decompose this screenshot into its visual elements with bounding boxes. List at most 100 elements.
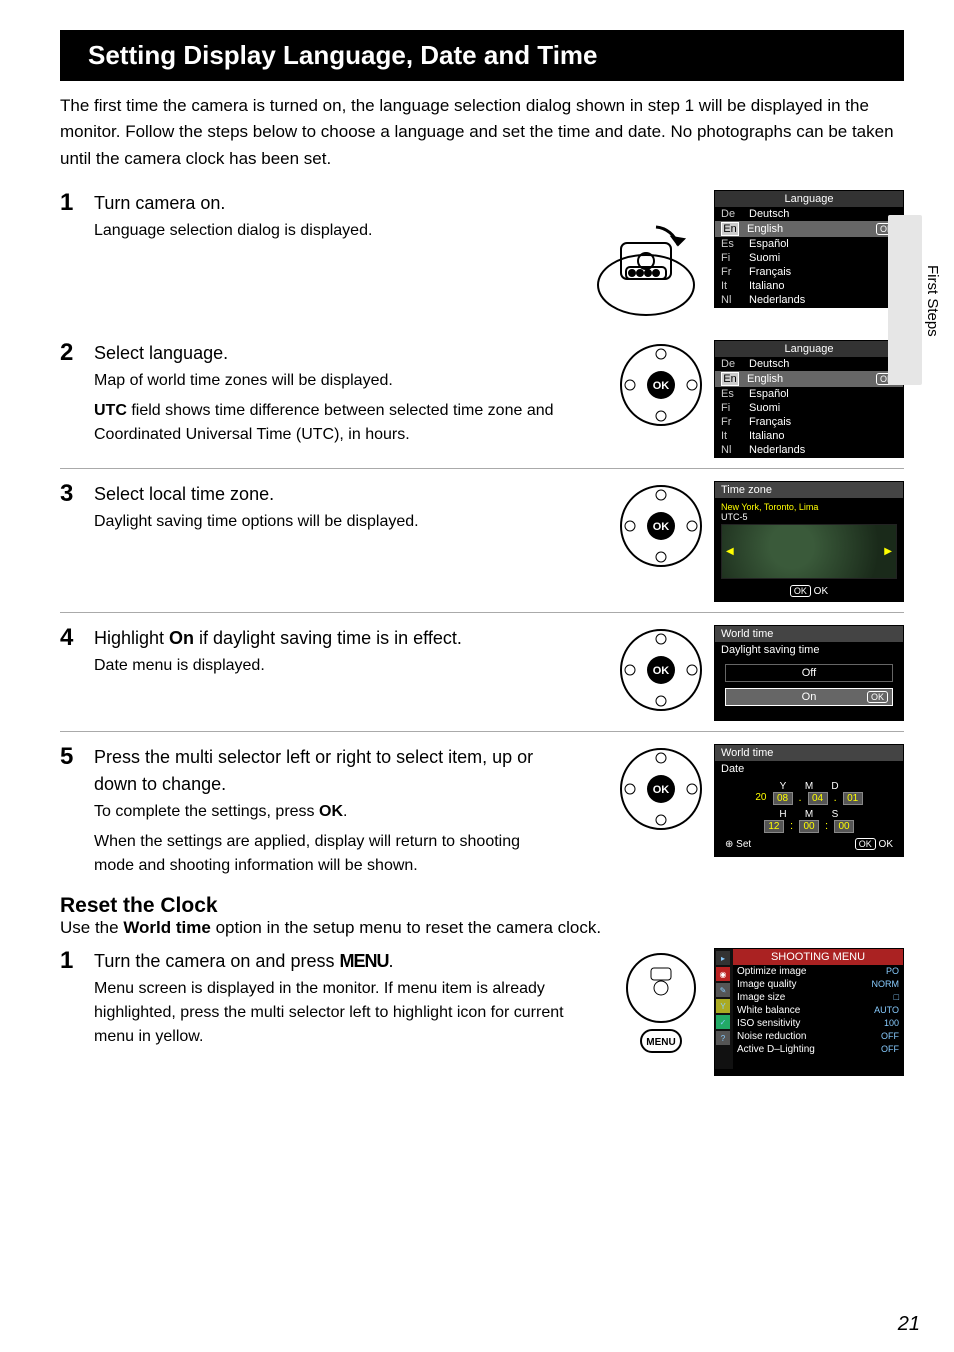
lang-code: De — [721, 208, 741, 220]
lang-row: Es Español — [715, 237, 903, 251]
dst-on-option: On OK — [725, 688, 893, 706]
lang-code: Fr — [721, 266, 741, 278]
date-screen: World time Date Y M D 2008.04.01 H M S 1… — [714, 744, 904, 857]
step-5: 5 Press the multi selector left or right… — [60, 744, 904, 884]
intro-text: The first time the camera is turned on, … — [60, 93, 904, 172]
step-5-body2: When the settings are applied, display w… — [94, 830, 564, 878]
lang-row: EnEnglishOK — [715, 221, 903, 237]
step-2-body2: UTC field shows time difference between … — [94, 399, 564, 447]
menu-row: Active D–LightingOFF — [733, 1043, 903, 1056]
lang-row: FrFrançais — [715, 415, 903, 429]
shooting-menu-screen: ▸ ◉ ✎ Y ✓ ? SHOOTING MENU Optimize image… — [714, 948, 904, 1076]
tz-utc: UTC-5 — [721, 512, 897, 522]
month-value: 04 — [808, 792, 828, 805]
lcd-sub: Daylight saving time — [715, 642, 903, 658]
lang-list: DeDeutschEnEnglishOKEsEspañolFiSuomiFrFr… — [715, 357, 903, 457]
reset-heading: Reset the Clock — [60, 894, 904, 918]
lcd-title: World time — [715, 745, 903, 761]
step-5-title: Press the multi selector left or right t… — [94, 744, 564, 798]
step-3-title: Select local time zone. — [94, 481, 564, 508]
divider — [60, 612, 904, 613]
arrow-left-icon: ◀ — [726, 546, 734, 557]
m-label: M — [799, 781, 819, 792]
tab-play-icon: ▸ — [716, 951, 730, 965]
y-label: Y — [773, 781, 793, 792]
lang-name: Français — [749, 266, 791, 278]
reset-pre: Use the — [60, 918, 123, 937]
step-number: 4 — [60, 625, 94, 721]
step-number: 3 — [60, 481, 94, 602]
menu-button-label: MENU — [339, 951, 388, 971]
svg-text:OK: OK — [653, 784, 670, 796]
lang-row: ItItaliano — [715, 279, 903, 293]
lcd-tz-loc: New York, Toronto, Lima UTC-5 — [715, 498, 903, 522]
menu-value: 100 — [884, 1018, 899, 1029]
lcd-title: World time — [715, 626, 903, 642]
tab-retouch-icon: ✓ — [716, 1015, 730, 1029]
lang-row: FiSuomi — [715, 251, 903, 265]
lang-row: NlNederlands — [715, 293, 903, 307]
lang-name: Nederlands — [749, 444, 805, 456]
step-4-body: Date menu is displayed. — [94, 654, 564, 678]
menu-value: □ — [894, 992, 899, 1003]
side-label: First Steps — [924, 265, 941, 337]
divider — [60, 468, 904, 469]
t-post: if daylight saving time is in effect. — [194, 628, 462, 648]
minute-value: 00 — [799, 820, 819, 833]
on-bold: On — [169, 628, 194, 648]
lang-name: Deutsch — [749, 208, 789, 220]
reset-text: Use the World time option in the setup m… — [60, 918, 904, 938]
step-2: 2 Select language. Map of world time zon… — [60, 340, 904, 458]
menu-row: Image size□ — [733, 991, 903, 1004]
menu-row: Noise reductionOFF — [733, 1030, 903, 1043]
lang-list: DeDeutschEnEnglishOKEsEspañolFiSuomiFrFr… — [715, 207, 903, 307]
svg-text:OK: OK — [653, 665, 670, 677]
svg-text:OK: OK — [653, 380, 670, 392]
min-label: M — [799, 809, 819, 820]
lang-name: English — [747, 223, 783, 235]
step-5-body1: To complete the settings, press OK. — [94, 800, 564, 824]
lang-row: Fr Français — [715, 265, 903, 279]
lang-name: Italiano — [749, 430, 784, 442]
lcd-footer: OK OK — [715, 583, 903, 601]
lang-code: Fr — [721, 416, 741, 428]
lang-code: Es — [721, 238, 741, 250]
lang-name: Italiano — [749, 280, 784, 292]
lang-name: Español — [749, 238, 789, 250]
year-value: 08 — [773, 792, 793, 805]
page-number: 21 — [898, 1313, 920, 1336]
set-label: ⊕ Set — [725, 839, 751, 850]
divider — [60, 731, 904, 732]
menu-row: White balanceAUTO — [733, 1004, 903, 1017]
multi-selector-ok-icon: OK — [616, 744, 706, 834]
ok-footer: OK OK — [855, 839, 893, 850]
world-map-icon: ◀ ▶ — [721, 524, 897, 579]
svg-text:OK: OK — [653, 521, 670, 533]
dst-off-option: Off — [725, 664, 893, 682]
menu-row: ISO sensitivity100 — [733, 1017, 903, 1030]
lang-row: Nl Nederlands — [715, 443, 903, 457]
menu-value: OFF — [881, 1031, 899, 1042]
menu-value: NORM — [872, 979, 900, 990]
lang-code: It — [721, 430, 741, 442]
lang-code: De — [721, 358, 741, 370]
ok-button-label: OK — [319, 803, 343, 820]
reset-step-1-title: Turn the camera on and press MENU. — [94, 948, 564, 975]
step-1-title: Turn camera on. — [94, 190, 564, 217]
multi-selector-ok-icon: OK — [616, 481, 706, 571]
b-pre: To complete the settings, press — [94, 803, 319, 820]
h-label: H — [773, 809, 793, 820]
rt-post: . — [388, 951, 393, 971]
lang-name: Nederlands — [749, 294, 805, 306]
on-label: On — [802, 691, 817, 703]
lang-code: En — [721, 222, 739, 236]
step-4: 4 Highlight On if daylight saving time i… — [60, 625, 904, 721]
lang-code: Fi — [721, 402, 741, 414]
lang-code: Nl — [721, 444, 741, 456]
step-3-body: Daylight saving time options will be dis… — [94, 510, 564, 534]
lcd-tz-title: Time zone — [715, 482, 903, 498]
reset-post: option in the setup menu to reset the ca… — [211, 918, 601, 937]
lang-row: It Italiano — [715, 429, 903, 443]
tab-camera-icon: ◉ — [716, 967, 730, 981]
timezone-screen: Time zone New York, Toronto, Lima UTC-5 … — [714, 481, 904, 602]
